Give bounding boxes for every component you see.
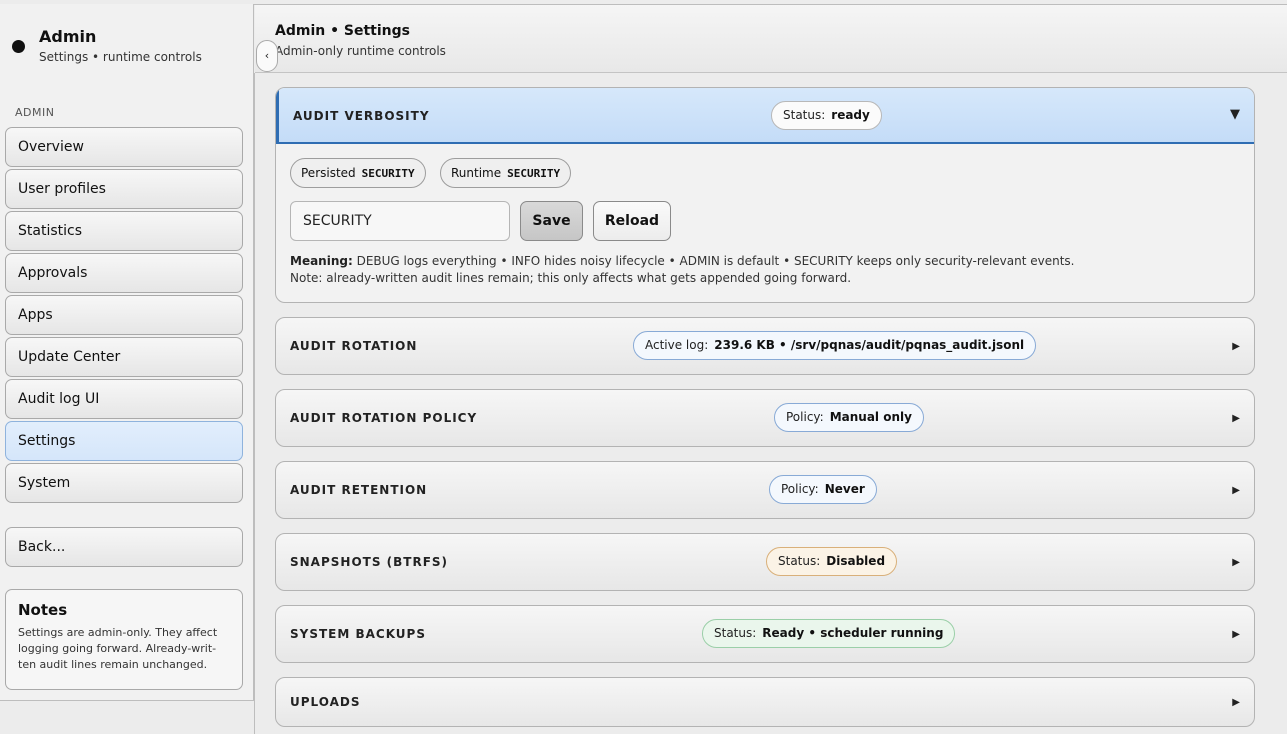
- status-key: Active log:: [645, 338, 709, 352]
- persisted-chip: Persisted SECURITY: [290, 158, 426, 188]
- panel-uploads-header[interactable]: UPLOADS ▶: [276, 678, 1254, 726]
- panel-title: SNAPSHOTS (BTRFS): [290, 555, 449, 569]
- panel-title: AUDIT RETENTION: [290, 483, 428, 497]
- panel-audit-retention: AUDIT RETENTION Policy: Never ▶: [275, 461, 1255, 519]
- persisted-key: Persisted: [301, 166, 356, 180]
- status-value: Disabled: [826, 554, 886, 568]
- panel-system-backups-header[interactable]: SYSTEM BACKUPS Status: Ready • scheduler …: [276, 606, 1254, 662]
- status-badge: Policy: Never: [769, 475, 877, 504]
- save-button[interactable]: Save: [520, 201, 583, 241]
- sidebar-item-statistics[interactable]: Statistics: [5, 211, 243, 251]
- notes-title: Notes: [18, 601, 68, 619]
- panel-title: AUDIT ROTATION POLICY: [290, 411, 478, 425]
- panel-audit-retention-header[interactable]: AUDIT RETENTION Policy: Never ▶: [276, 462, 1254, 518]
- status-value: Manual only: [829, 410, 912, 424]
- page-subtitle: Admin-only runtime controls: [275, 44, 446, 58]
- panel-audit-rotation-header[interactable]: AUDIT ROTATION Active log: 239.6 KB • /sr…: [276, 318, 1254, 374]
- sidebar-item-audit-log-ui[interactable]: Audit log UI: [5, 379, 243, 419]
- sidebar-item-overview[interactable]: Overview: [5, 127, 243, 167]
- caret-right-icon[interactable]: ▶: [1232, 534, 1240, 590]
- caret-right-icon[interactable]: ▶: [1232, 606, 1240, 662]
- meaning-label: Meaning:: [290, 254, 353, 268]
- caret-right-icon[interactable]: ▶: [1232, 318, 1240, 374]
- runtime-chip: Runtime SECURITY: [440, 158, 572, 188]
- brand-subtitle: Settings • runtime controls: [39, 50, 202, 64]
- status-value: 239.6 KB • /srv/pqnas/audit/pqnas_audit.…: [714, 338, 1025, 352]
- caret-right-icon[interactable]: ▶: [1232, 462, 1240, 518]
- status-key: Status:: [714, 626, 757, 640]
- sidebar-item-apps[interactable]: Apps: [5, 295, 243, 335]
- status-value: Ready • scheduler running: [762, 626, 944, 640]
- caret-right-icon[interactable]: ▶: [1232, 390, 1240, 446]
- caret-right-icon[interactable]: ▶: [1232, 678, 1240, 726]
- status-badge: Status: ready: [771, 101, 882, 130]
- back-button[interactable]: Back...: [5, 527, 243, 567]
- sidebar-item-update-center[interactable]: Update Center: [5, 337, 243, 377]
- content-divider: [254, 73, 255, 734]
- panel-snapshots-header[interactable]: SNAPSHOTS (BTRFS) Status: Disabled ▶: [276, 534, 1254, 590]
- panel-audit-verbosity-header[interactable]: AUDIT VERBOSITY Status: ready ▼: [276, 88, 1254, 144]
- status-key: Status:: [783, 108, 826, 122]
- meaning-text: Meaning: DEBUG logs everything • INFO hi…: [290, 253, 1074, 287]
- panel-title: SYSTEM BACKUPS: [290, 627, 426, 641]
- meaning-body: DEBUG logs everything • INFO hides noisy…: [356, 254, 1075, 268]
- panel-system-backups: SYSTEM BACKUPS Status: Ready • scheduler …: [275, 605, 1255, 663]
- sidebar-item-approvals[interactable]: Approvals: [5, 253, 243, 293]
- panel-snapshots: SNAPSHOTS (BTRFS) Status: Disabled ▶: [275, 533, 1255, 591]
- persisted-value: SECURITY: [361, 167, 415, 180]
- panel-title: UPLOADS: [290, 695, 361, 709]
- dot-icon: [12, 40, 25, 53]
- notes-card: Notes Settings are admin-only. They affe…: [5, 589, 243, 690]
- status-badge: Active log: 239.6 KB • /srv/pqnas/audit/p…: [633, 331, 1037, 360]
- caret-down-icon[interactable]: ▼: [1230, 88, 1240, 142]
- panel-uploads: UPLOADS ▶: [275, 677, 1255, 727]
- status-value: Never: [824, 482, 865, 496]
- status-key: Status:: [778, 554, 821, 568]
- panel-title: AUDIT VERBOSITY: [293, 109, 430, 123]
- panel-audit-rotation-policy-header[interactable]: AUDIT ROTATION POLICY Policy: Manual only…: [276, 390, 1254, 446]
- status-badge: Status: Disabled: [766, 547, 898, 576]
- brand-title: Admin: [39, 27, 97, 46]
- sidebar-item-settings[interactable]: Settings: [5, 421, 243, 461]
- reload-button[interactable]: Reload: [593, 201, 671, 241]
- status-key: Policy:: [786, 410, 824, 424]
- status-badge: Policy: Manual only: [774, 403, 924, 432]
- section-label: ADMIN: [15, 106, 55, 119]
- sidebar-item-system[interactable]: System: [5, 463, 243, 503]
- chevron-left-icon[interactable]: ‹: [256, 40, 278, 72]
- verbosity-input[interactable]: [290, 201, 510, 241]
- panel-title: AUDIT ROTATION: [290, 339, 418, 353]
- sidebar: Admin Settings • runtime controls ADMIN …: [0, 4, 254, 701]
- notes-text: Settings are admin-only. They affect log…: [18, 626, 218, 671]
- panel-audit-rotation-policy: AUDIT ROTATION POLICY Policy: Manual only…: [275, 389, 1255, 447]
- note-text: Note: already-written audit lines remain…: [290, 271, 852, 285]
- page-header: Admin • Settings Admin-only runtime cont…: [255, 5, 1287, 73]
- sidebar-item-user-profiles[interactable]: User profiles: [5, 169, 243, 209]
- status-badge: Status: Ready • scheduler running: [702, 619, 956, 648]
- status-value: ready: [831, 108, 870, 122]
- runtime-value: SECURITY: [507, 167, 561, 180]
- panel-audit-verbosity: AUDIT VERBOSITY Status: ready ▼ Persisted…: [275, 87, 1255, 303]
- runtime-key: Runtime: [451, 166, 502, 180]
- status-key: Policy:: [781, 482, 819, 496]
- panel-audit-rotation: AUDIT ROTATION Active log: 239.6 KB • /sr…: [275, 317, 1255, 375]
- page-title: Admin • Settings: [275, 23, 410, 39]
